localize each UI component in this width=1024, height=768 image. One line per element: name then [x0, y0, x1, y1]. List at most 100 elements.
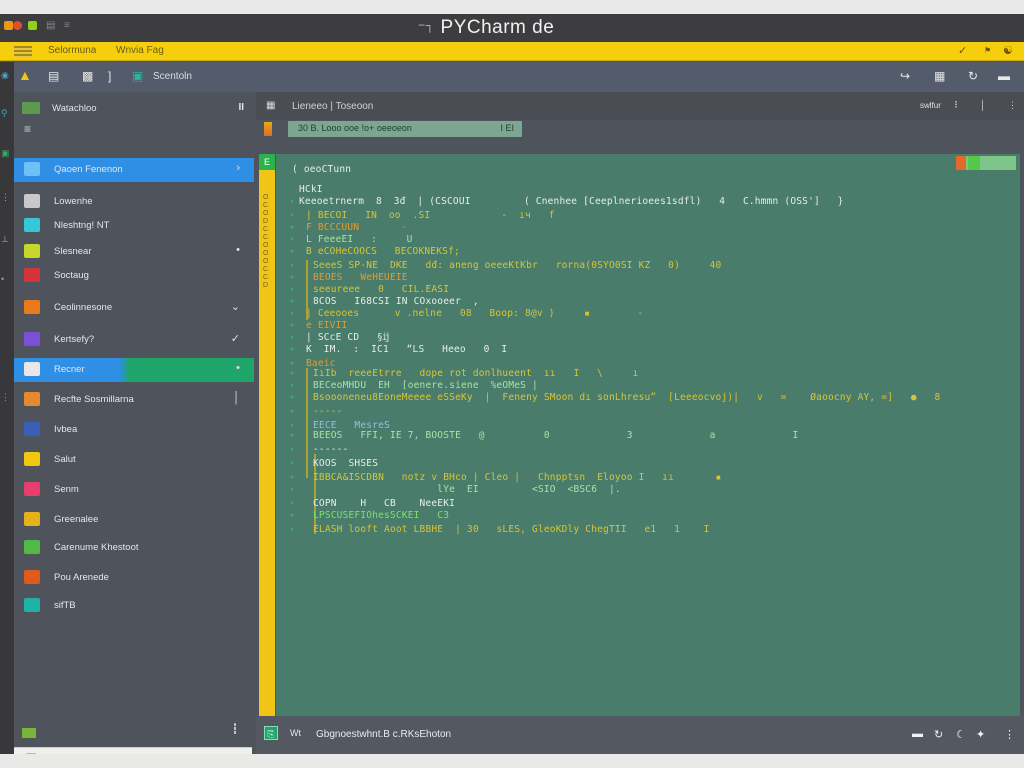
expand-chevron-icon[interactable]: • — [236, 362, 240, 374]
breakpoint-gutter-mark[interactable]: ● — [290, 248, 294, 255]
breakpoint-gutter-mark[interactable]: ● — [290, 212, 294, 219]
run-config-icon[interactable]: ⎘ — [264, 726, 278, 740]
editor-badge[interactable]: E — [259, 154, 275, 170]
sidebar-item[interactable]: Pou Arenede — [14, 566, 254, 590]
sidebar-item[interactable]: Greenalee — [14, 508, 254, 532]
build-icon[interactable]: ▩ — [82, 69, 93, 83]
expand-chevron-icon[interactable]: • — [236, 244, 240, 256]
terminal-toggle-icon[interactable] — [22, 728, 36, 738]
panel-toggle-icon[interactable]: ┇ — [232, 724, 238, 735]
code-editor[interactable]: ( oeoCTunn HCkI Keeoetrnerm 8 3đ | (CSCOUI… — [276, 154, 1020, 730]
window-minimize-dot[interactable] — [4, 21, 13, 30]
open-folder-icon[interactable]: ▲ — [18, 67, 32, 83]
breakpoint-gutter-mark[interactable]: ● — [290, 298, 294, 305]
breadcrumb[interactable]: 30 B. Looo ooe !o+ oeeoeon I EI — [288, 121, 522, 137]
editor-tab-action-2[interactable]: │ — [980, 100, 986, 110]
breakpoint-gutter-mark[interactable]: ● — [290, 360, 294, 367]
breakpoint-gutter-mark[interactable]: ● — [290, 526, 294, 533]
sidebar-item[interactable]: Salut — [14, 448, 254, 472]
more-icon[interactable]: ≡ — [64, 20, 70, 31]
minus-icon[interactable]: ▬ — [912, 728, 923, 740]
vcs-icon[interactable]: ▣ — [1, 148, 10, 159]
dots-icon[interactable]: ⋮ — [1004, 728, 1015, 741]
menu-item-1[interactable]: Wnvia Fag — [116, 45, 164, 56]
expand-chevron-icon[interactable]: ✓ — [231, 332, 240, 345]
extensions-icon[interactable]: ⊥ — [1, 234, 9, 245]
error-indicator-icon[interactable] — [956, 156, 966, 170]
bottom-icon[interactable]: ⋮ — [1, 392, 10, 403]
bracket-icon[interactable]: ] — [108, 69, 111, 83]
editor-tab-action-3[interactable]: ⋮ — [1008, 100, 1017, 111]
breakpoint-gutter-mark[interactable]: ● — [290, 322, 294, 329]
breakpoint-gutter-mark[interactable]: ● — [290, 236, 294, 243]
sidebar-item[interactable]: sifTB — [14, 594, 254, 618]
sidebar-item[interactable]: Recfte Sosmillarna │ — [14, 388, 254, 412]
breakpoint-gutter-mark[interactable]: ● — [290, 334, 294, 341]
breakpoint-gutter-mark[interactable]: ● — [290, 394, 294, 401]
footer-minimize-icon[interactable]: — — [234, 752, 244, 754]
editor-tab[interactable]: Lieneeo | Toseoon — [292, 101, 373, 112]
outline-icon[interactable]: • — [1, 274, 4, 284]
sync-icon[interactable]: ↻ — [934, 728, 943, 741]
window-maximize-dot[interactable] — [28, 21, 37, 30]
sidebar-footer[interactable]: Gloen oe Cleceeto — — [14, 747, 252, 754]
menu-item-0[interactable]: Selormuna — [48, 45, 96, 56]
breakpoint-gutter-mark[interactable]: ● — [290, 224, 294, 231]
breakpoint-gutter-mark[interactable]: ● — [290, 500, 294, 507]
sidebar-item[interactable]: Recner • — [14, 358, 254, 382]
breakpoint-gutter-mark[interactable]: ● — [290, 512, 294, 519]
debug-icon[interactable]: ⋮ — [1, 192, 10, 203]
sidebar-item[interactable]: Qaoen Fenenon › — [14, 158, 254, 182]
settings-icon[interactable]: ☯ — [1003, 44, 1013, 57]
breakpoint-gutter-mark[interactable]: ● — [290, 382, 294, 389]
expand-chevron-icon[interactable]: › — [236, 162, 240, 174]
sidebar-item[interactable]: Carenume Khestoot — [14, 536, 254, 560]
breakpoint-gutter-mark[interactable]: ● — [290, 422, 294, 429]
project-structure-icon[interactable]: ▤ — [48, 69, 59, 83]
sidebar-item[interactable]: Ivbea — [14, 418, 254, 442]
project-icon[interactable]: ▣ — [132, 69, 143, 83]
hamburger-icon[interactable]: ≡ — [24, 122, 31, 136]
window-close-dot[interactable] — [13, 21, 22, 30]
breakpoint-gutter-mark[interactable]: ● — [290, 460, 294, 467]
breakpoint-gutter-mark[interactable]: ● — [290, 408, 294, 415]
expand-chevron-icon[interactable]: ⌄ — [231, 300, 240, 313]
breakpoint-gutter-mark[interactable]: ● — [290, 286, 294, 293]
tab-icon[interactable]: ▤ — [46, 20, 55, 31]
project-label[interactable]: Scentoln — [153, 71, 192, 82]
sidebar-item[interactable]: Senm — [14, 478, 254, 502]
expand-chevron-icon[interactable]: │ — [233, 392, 240, 404]
breakpoint-gutter-mark[interactable]: ● — [290, 274, 294, 281]
bookmark-icon[interactable] — [264, 122, 272, 136]
star-icon[interactable]: ✦ — [976, 728, 985, 741]
explorer-icon[interactable]: ◉ — [1, 70, 9, 81]
breakpoint-gutter-mark[interactable]: ● — [290, 486, 294, 493]
breakpoint-gutter-mark[interactable]: ● — [290, 346, 294, 353]
breakpoint-gutter-mark[interactable]: ● — [290, 310, 294, 317]
moon-icon[interactable]: ☾ — [956, 728, 966, 741]
minus-icon[interactable]: ▬ — [998, 69, 1010, 83]
breakpoint-gutter-mark[interactable]: ● — [290, 446, 294, 453]
breakpoint-gutter-mark[interactable]: ● — [290, 432, 294, 439]
breakpoint-gutter-mark[interactable]: ● — [290, 262, 294, 269]
sidebar-item[interactable]: Lowenhe — [14, 190, 254, 214]
search-icon[interactable]: ⚲ — [1, 108, 8, 119]
breakpoint-gutter-mark[interactable]: ● — [290, 370, 294, 377]
hamburger-menu-icon[interactable] — [14, 46, 32, 57]
ok-indicator-icon[interactable] — [968, 156, 980, 170]
sidebar-item[interactable]: Kertsefy? ✓ — [14, 328, 254, 352]
flag-icon[interactable]: ⚑ — [984, 46, 991, 55]
inspection-widget[interactable] — [956, 156, 1016, 170]
sidebar-item[interactable]: Soctaug — [14, 264, 254, 288]
sidebar-item[interactable]: Ceolinnesone ⌄ — [14, 296, 254, 320]
sidebar-item[interactable]: Nleshtng! NT — [14, 214, 254, 238]
branch-icon[interactable]: ↪ — [900, 69, 910, 83]
editor-tab-action-0[interactable]: swlfur — [920, 101, 941, 110]
breakpoint-gutter-mark[interactable]: ● — [290, 474, 294, 481]
grid-icon[interactable]: ▦ — [934, 69, 945, 83]
sidebar-collapse-button[interactable]: II — [238, 102, 244, 113]
breakpoint-gutter-mark[interactable]: ● — [290, 198, 294, 205]
refresh-icon[interactable]: ↻ — [968, 69, 978, 83]
pin-icon[interactable]: ✓ — [958, 44, 967, 57]
sidebar-item[interactable]: Slesnear • — [14, 240, 254, 264]
